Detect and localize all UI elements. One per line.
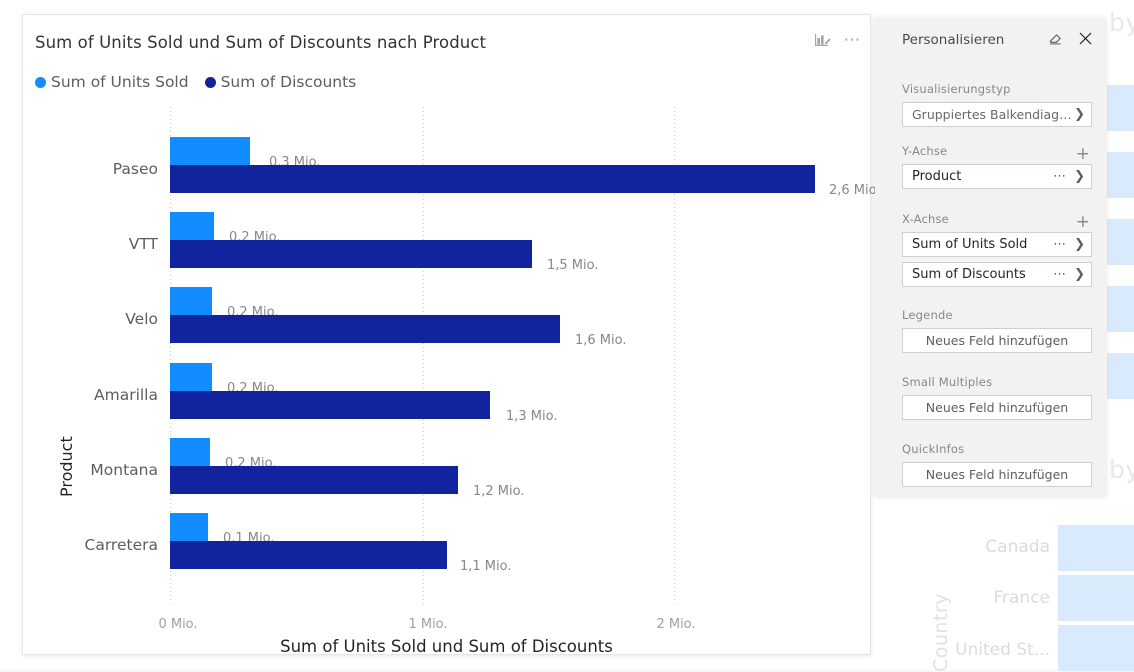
- section-label: Y-Achse: [902, 144, 948, 158]
- card-actions[interactable]: ⋯: [814, 31, 863, 49]
- section-label: Visualisierungstyp: [902, 82, 1011, 96]
- bar-label-vtt-discounts: 1,5 Mio.: [547, 258, 599, 273]
- x-tick-label: 2 Mio.: [656, 617, 696, 632]
- bar-carretera-units-sold[interactable]: [170, 513, 208, 541]
- background-bar: [1058, 525, 1134, 571]
- section-y-axis: Y-Achse + Product ⋯ ❯: [902, 144, 1092, 194]
- category-label-velo: Velo: [125, 310, 158, 328]
- bar-velo-discounts[interactable]: [170, 315, 560, 343]
- background-bar: [1058, 575, 1134, 621]
- add-field-tooltips-button[interactable]: Neues Feld hinzufügen: [902, 462, 1092, 487]
- field-more-icon[interactable]: ⋯: [1053, 238, 1067, 251]
- bar-vtt-discounts[interactable]: [170, 240, 532, 268]
- more-options-icon[interactable]: ⋯: [844, 32, 863, 49]
- plus-icon[interactable]: +: [1076, 213, 1092, 230]
- field-pill-discounts[interactable]: Sum of Discounts ⋯ ❯: [902, 262, 1092, 287]
- bar-chart-pencil-icon[interactable]: [814, 31, 832, 49]
- field-pill-units-sold[interactable]: Sum of Units Sold ⋯ ❯: [902, 232, 1092, 257]
- plus-icon[interactable]: +: [1076, 145, 1092, 162]
- eraser-icon[interactable]: [1047, 30, 1064, 47]
- section-label: Legende: [902, 308, 953, 322]
- visualization-type-selector[interactable]: Gruppiertes Balkendiagramm ❯: [902, 102, 1092, 127]
- bar-vtt-units-sold[interactable]: [170, 212, 214, 240]
- add-field-legend-button[interactable]: Neues Feld hinzufügen: [902, 328, 1092, 353]
- chevron-right-icon: ❯: [1074, 168, 1085, 184]
- bar-velo-units-sold[interactable]: [170, 287, 212, 315]
- category-label-carretera: Carretera: [84, 536, 158, 554]
- x-tick-label: 0 Mio.: [158, 617, 198, 632]
- legend-item-discounts[interactable]: Sum of Discounts: [204, 73, 357, 91]
- background-bar: [1058, 625, 1134, 671]
- background-axis-label: Country: [930, 593, 952, 672]
- section-label: QuickInfos: [902, 442, 965, 456]
- legend-color-dot: [204, 76, 216, 88]
- legend-item-label: Sum of Discounts: [220, 73, 357, 91]
- bar-label-carretera-discounts: 1,1 Mio.: [460, 559, 512, 574]
- section-legend: Legende Neues Feld hinzufügen: [902, 308, 1092, 353]
- personalize-panel[interactable]: Personalisieren Visualisierungstyp Grupp…: [875, 18, 1107, 497]
- field-more-icon[interactable]: ⋯: [1053, 268, 1067, 281]
- field-pill-product[interactable]: Product ⋯ ❯: [902, 164, 1092, 189]
- legend-color-dot: [35, 76, 46, 88]
- background-category: Canada: [985, 537, 1050, 557]
- section-label: X-Achse: [902, 212, 949, 226]
- field-more-icon[interactable]: ⋯: [1053, 170, 1067, 183]
- chart-visual-card[interactable]: Sum of Units Sold und Sum of Discounts n…: [22, 14, 881, 656]
- background-text: by: [1109, 8, 1134, 37]
- x-axis-title: Sum of Units Sold und Sum of Discounts: [280, 637, 613, 656]
- bar-label-amarilla-discounts: 1,3 Mio.: [506, 409, 558, 424]
- legend-item-label: Sum of Units Sold: [51, 73, 189, 91]
- plot-area[interactable]: Product Paseo 0,3 Mio. 2,6 Mio. VTT 0,2 …: [23, 107, 881, 607]
- section-label: Small Multiples: [902, 375, 993, 389]
- field-pill-label: Product: [912, 169, 962, 184]
- x-axis: 0 Mio. 1 Mio. 2 Mio. Sum of Units Sold u…: [23, 607, 870, 656]
- category-label-montana: Montana: [90, 461, 158, 479]
- section-small-multiples: Small Multiples Neues Feld hinzufügen: [902, 375, 1092, 420]
- add-field-small-multiples-button[interactable]: Neues Feld hinzufügen: [902, 395, 1092, 420]
- page-title: Sum of Units Sold und Sum of Discounts n…: [35, 33, 487, 52]
- bar-montana-units-sold[interactable]: [170, 438, 210, 466]
- chevron-right-icon: ❯: [1074, 106, 1085, 122]
- bar-label-paseo-discounts: 2,6 Mio.: [829, 183, 881, 198]
- field-pill-label: Sum of Units Sold: [912, 237, 1028, 252]
- bar-label-velo-discounts: 1,6 Mio.: [575, 333, 627, 348]
- bar-carretera-discounts[interactable]: [170, 541, 447, 569]
- bar-amarilla-units-sold[interactable]: [170, 363, 212, 391]
- panel-title: Personalisieren: [902, 32, 1005, 48]
- category-label-vtt: VTT: [128, 235, 158, 253]
- panel-header: Personalisieren: [875, 18, 1107, 66]
- category-label-amarilla: Amarilla: [94, 386, 158, 404]
- bar-label-montana-discounts: 1,2 Mio.: [473, 484, 525, 499]
- field-pill-label: Sum of Discounts: [912, 267, 1026, 282]
- close-icon[interactable]: [1078, 31, 1093, 46]
- bar-paseo-discounts[interactable]: [170, 165, 815, 193]
- section-tooltips: QuickInfos Neues Feld hinzufügen: [902, 442, 1092, 487]
- section-x-axis: X-Achse + Sum of Units Sold ⋯ ❯ Sum of D…: [902, 212, 1092, 292]
- bar-montana-discounts[interactable]: [170, 466, 458, 494]
- legend-item-units-sold[interactable]: Sum of Units Sold: [35, 73, 189, 91]
- background-text: by: [1109, 455, 1134, 484]
- bar-amarilla-discounts[interactable]: [170, 391, 490, 419]
- chevron-right-icon: ❯: [1074, 266, 1085, 282]
- section-visualization-type: Visualisierungstyp Gruppiertes Balkendia…: [902, 82, 1092, 132]
- chevron-right-icon: ❯: [1074, 236, 1085, 252]
- category-label-paseo: Paseo: [112, 160, 158, 178]
- chart-legend[interactable]: Sum of Units Sold Sum of Discounts: [35, 73, 356, 91]
- x-tick-label: 1 Mio.: [408, 617, 448, 632]
- bar-paseo-units-sold[interactable]: [170, 137, 250, 165]
- visualization-type-value: Gruppiertes Balkendiagramm: [912, 107, 1074, 122]
